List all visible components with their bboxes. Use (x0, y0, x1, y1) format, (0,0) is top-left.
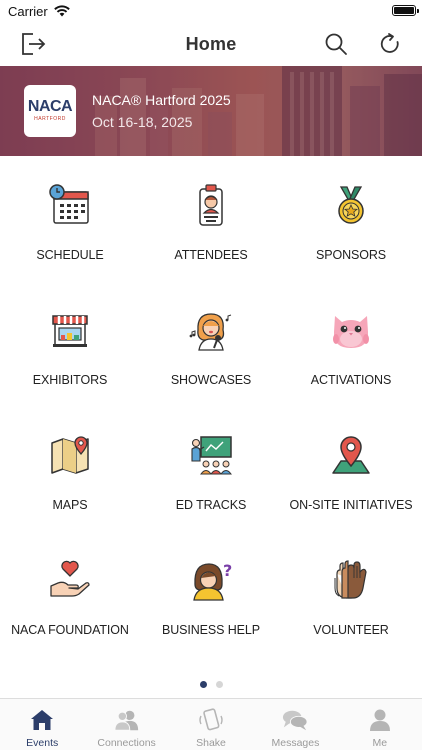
tile-label: ACTIVATIONS (310, 373, 392, 387)
folded-map-icon (46, 431, 94, 479)
event-name: NACA® Hartford 2025 (92, 92, 231, 108)
tab-events[interactable]: Events (0, 699, 84, 750)
tile-label: SHOWCASES (170, 373, 252, 387)
navigation-bar: Home (0, 22, 422, 66)
event-banner[interactable]: NACA HARTFORD NACA® Hartford 2025 Oct 16… (0, 66, 422, 156)
svg-text:?: ? (223, 561, 232, 580)
tab-connections[interactable]: Connections (84, 699, 168, 750)
tile-attendees[interactable]: ATTENDEES (141, 156, 281, 281)
event-info: NACA® Hartford 2025 Oct 16-18, 2025 (92, 91, 231, 131)
tab-messages[interactable]: Messages (253, 699, 337, 750)
tab-label: Me (372, 737, 388, 749)
page-title: Home (185, 33, 237, 54)
tab-bar: Events Connections Shake Messages Me (0, 698, 422, 750)
tile-label: ED TRACKS (175, 498, 247, 512)
carrier-label: Carrier (8, 3, 48, 19)
people-icon (114, 707, 140, 733)
singer-icon (187, 306, 235, 354)
exit-event-button[interactable] (17, 28, 49, 60)
exit-icon (22, 33, 46, 55)
tile-label: MAPS (52, 498, 88, 512)
tile-ed-tracks[interactable]: ED TRACKS (141, 406, 281, 531)
hand-heart-icon (46, 556, 94, 604)
tile-label: NACA FOUNDATION (11, 623, 129, 637)
tile-sponsors[interactable]: SPONSORS (281, 156, 421, 281)
search-button[interactable] (320, 28, 352, 60)
calendar-clock-icon (46, 181, 94, 229)
tile-business-help[interactable]: ? BUSINESS HELP (141, 531, 281, 656)
event-dates: Oct 16-18, 2025 (92, 114, 193, 130)
feature-grid: SCHEDULE ATTENDEES SPONSORS EXHIBITORS S… (0, 156, 422, 676)
refresh-button[interactable] (374, 28, 406, 60)
page-indicator[interactable] (0, 681, 422, 689)
medal-icon (327, 181, 375, 229)
event-logo: NACA HARTFORD (24, 85, 76, 137)
tab-label: Events (26, 737, 59, 749)
house-icon (29, 707, 55, 733)
id-badge-icon (187, 181, 235, 229)
tile-label: SCHEDULE (36, 248, 104, 262)
presentation-board-icon (187, 431, 235, 479)
tab-me[interactable]: Me (338, 699, 422, 750)
refresh-icon (380, 33, 399, 53)
logo-subtext: HARTFORD (34, 116, 66, 122)
question-person-icon: ? (187, 556, 235, 604)
owl-plush-icon (327, 306, 375, 354)
tile-label: BUSINESS HELP (161, 623, 261, 637)
raised-hands-icon (327, 556, 375, 604)
logo-wordmark: NACA (27, 98, 73, 115)
battery-icon (392, 5, 419, 16)
tile-showcases[interactable]: SHOWCASES (141, 281, 281, 406)
tile-exhibitors[interactable]: EXHIBITORS (0, 281, 140, 406)
page-dot-active[interactable] (199, 681, 207, 688)
wifi-icon (53, 5, 70, 17)
tile-label: EXHIBITORS (32, 373, 108, 387)
chat-bubbles-icon (282, 707, 308, 733)
tab-label: Connections (97, 737, 156, 749)
tile-activations[interactable]: ACTIVATIONS (281, 281, 421, 406)
tab-shake[interactable]: Shake (169, 699, 253, 750)
tile-maps[interactable]: MAPS (0, 406, 140, 531)
tab-label: Messages (271, 737, 320, 749)
person-icon (367, 707, 393, 733)
tile-label: SPONSORS (315, 248, 387, 262)
tile-on-site-initiatives[interactable]: ON-SITE INITIATIVES (281, 406, 421, 531)
search-icon (325, 33, 347, 55)
tile-label: ATTENDEES (174, 248, 248, 262)
tile-label: ON-SITE INITIATIVES (289, 498, 413, 512)
carrier-indicator: Carrier (8, 4, 70, 19)
location-pin-icon (327, 431, 375, 479)
shake-phone-icon (198, 707, 224, 733)
tab-label: Shake (196, 737, 226, 749)
page-dot[interactable] (215, 681, 223, 688)
tile-label: VOLUNTEER (313, 623, 389, 637)
tile-volunteer[interactable]: VOLUNTEER (281, 531, 421, 656)
tile-naca-foundation[interactable]: NACA FOUNDATION (0, 531, 140, 656)
tile-schedule[interactable]: SCHEDULE (0, 156, 140, 281)
status-bar: Carrier (0, 0, 422, 22)
storefront-icon (46, 306, 94, 354)
